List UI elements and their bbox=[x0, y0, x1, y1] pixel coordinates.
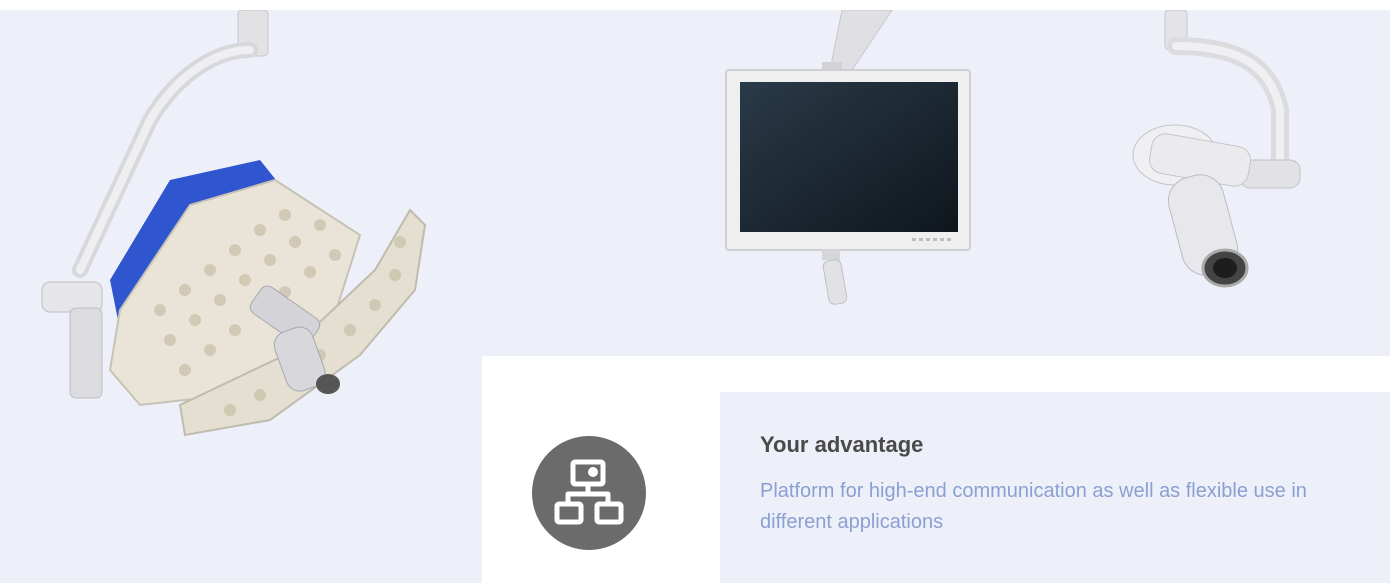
advantage-panel: Your advantage Platform for high-end com… bbox=[720, 392, 1390, 583]
network-hierarchy-icon bbox=[532, 436, 646, 550]
camera-image bbox=[1120, 10, 1320, 300]
surgical-light-image bbox=[30, 10, 430, 440]
advantage-title: Your advantage bbox=[760, 432, 924, 457]
advantage-description: Platform for high-end communication as w… bbox=[760, 480, 1307, 533]
monitor-image bbox=[722, 10, 982, 310]
